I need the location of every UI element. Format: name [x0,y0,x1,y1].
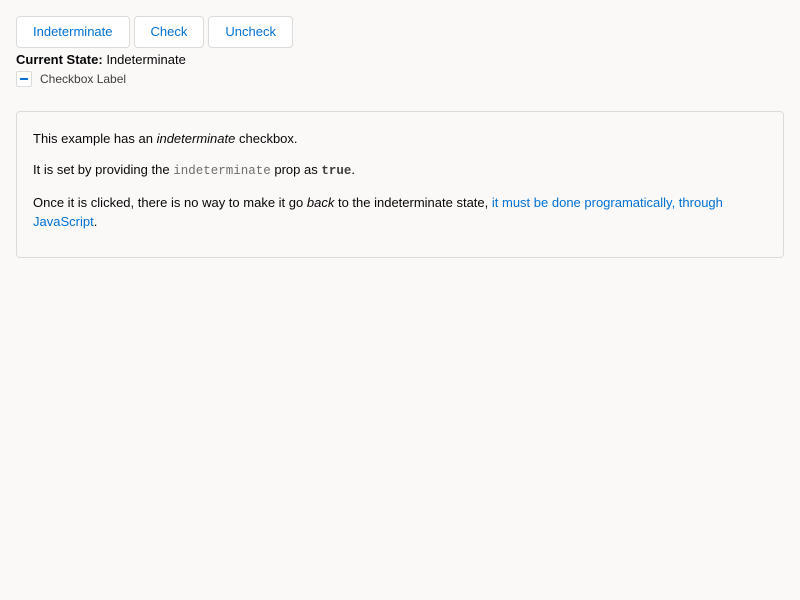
checkbox-field: Checkbox Label [16,70,784,88]
page: Indeterminate Check Uncheck Current Stat… [0,0,800,600]
prop-value-code: true [321,164,352,178]
uncheck-button[interactable]: Uncheck [208,16,293,48]
info-emphasis: indeterminate [156,131,236,146]
info-text: . [351,162,355,177]
info-panel: This example has an indeterminate checkb… [16,111,784,258]
current-state: Current State: Indeterminate [16,51,784,69]
info-text: It is set by providing the [33,162,170,177]
checkbox-label[interactable]: Checkbox Label [40,72,126,86]
info-text: Once it is clicked, there is no way to m… [33,195,304,210]
info-emphasis: back [306,195,335,210]
info-paragraph-1: This example has an indeterminate checkb… [33,129,767,148]
button-group: Indeterminate Check Uncheck [16,16,784,48]
info-text: . [93,214,98,229]
info-paragraph-3: Once it is clicked, there is no way to m… [33,193,767,231]
indeterminate-checkbox[interactable] [16,71,32,87]
indeterminate-button[interactable]: Indeterminate [16,16,130,48]
info-text: This example has an [33,131,153,146]
current-state-label: Current State: [16,52,103,67]
check-button[interactable]: Check [133,16,205,48]
current-state-value: Indeterminate [106,52,186,67]
info-text: to the indeterminate state, [337,195,489,210]
info-text: prop as [274,162,318,177]
info-paragraph-2: It is set by providing the indeterminate… [33,160,767,181]
minus-icon [20,78,28,80]
prop-name-code: indeterminate [173,164,271,178]
info-text: checkbox. [238,131,298,146]
